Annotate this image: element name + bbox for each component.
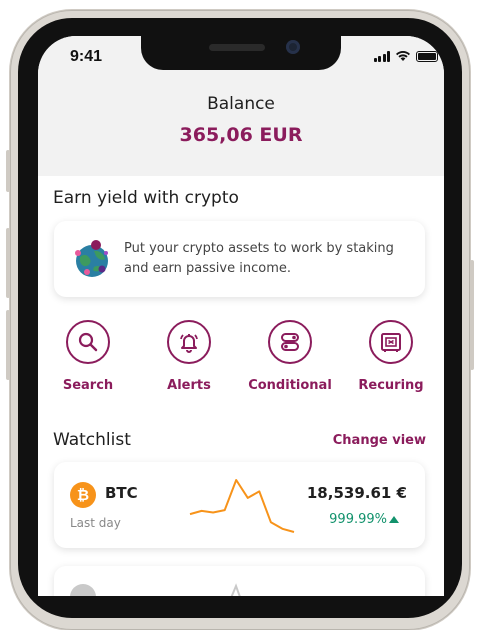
bitcoin-icon: ₿	[70, 482, 96, 508]
camera-icon	[286, 40, 300, 54]
alerts-action-circle	[167, 320, 211, 364]
recurring-action-button[interactable]: Recuring	[341, 320, 441, 393]
search-action-circle	[66, 320, 110, 364]
phone-side-button	[6, 228, 10, 298]
phone-side-button	[470, 260, 474, 370]
phone-side-button	[6, 150, 10, 192]
coin-symbol: BTC	[105, 484, 138, 502]
balance-value[interactable]: 365,06 EUR	[38, 124, 444, 146]
search-icon	[78, 332, 98, 352]
earn-section-title: Earn yield with crypto	[53, 188, 239, 208]
watchlist-item[interactable]	[54, 566, 425, 596]
recurring-action-circle	[369, 320, 413, 364]
alerts-action-button[interactable]: Alerts	[139, 320, 239, 393]
notch	[141, 36, 341, 70]
wifi-icon	[396, 51, 410, 61]
globe-icon	[75, 240, 108, 277]
trend-up-icon	[389, 516, 399, 523]
phone-side-button	[6, 310, 10, 380]
safe-icon	[381, 333, 401, 352]
conditional-action-circle	[268, 320, 312, 364]
coin-icon	[70, 584, 96, 596]
sparkline-line	[189, 479, 295, 533]
watchlist-title: Watchlist	[53, 430, 131, 450]
coin-price: 18,539.61 €	[306, 484, 407, 502]
speaker	[209, 44, 265, 51]
battery-icon	[416, 50, 438, 62]
change-view-link[interactable]: Change view	[333, 433, 426, 448]
watchlist-item-btc[interactable]: ₿ BTC Last day 18,539.61 € 999.99%	[54, 462, 425, 548]
toggle-icon	[281, 333, 299, 351]
quick-actions: Search Alerts Conditional Recuring	[38, 320, 444, 400]
conditional-action-button[interactable]: Conditional	[240, 320, 340, 393]
recurring-action-label: Recuring	[358, 378, 424, 393]
btc-sparkline	[189, 479, 295, 533]
earn-description: Put your crypto assets to work by stakin…	[124, 241, 394, 276]
status-time: 9:41	[70, 48, 103, 65]
coin-change: 999.99%	[329, 512, 387, 527]
earn-card[interactable]: Put your crypto assets to work by stakin…	[54, 221, 425, 297]
search-action-label: Search	[62, 378, 114, 393]
coin-period: Last day	[70, 516, 121, 530]
search-action-button[interactable]: Search	[38, 320, 138, 393]
bell-icon	[180, 334, 198, 353]
signal-icon	[373, 50, 390, 62]
sparkline	[230, 583, 241, 596]
alerts-action-label: Alerts	[167, 378, 211, 393]
conditional-action-label: Conditional	[248, 378, 332, 393]
app-screen: 9:41 Balance 365,06 EUR Earn yield with …	[38, 36, 444, 596]
status-icons	[373, 50, 438, 62]
balance-label: Balance	[207, 94, 275, 114]
